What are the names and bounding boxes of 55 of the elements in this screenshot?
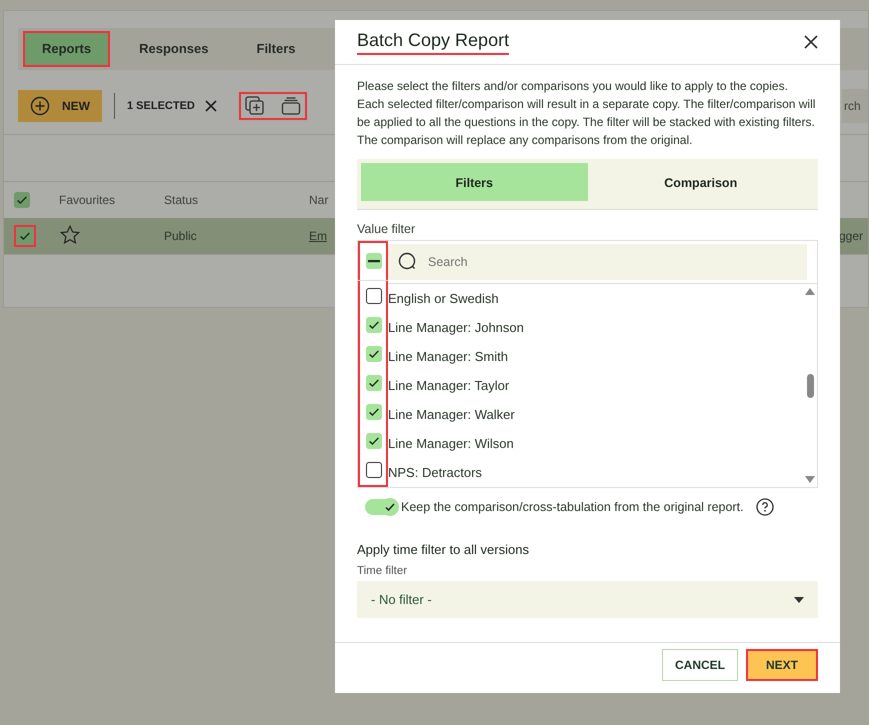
filter-option[interactable]: NPS: Detractors [388,458,803,487]
select-all-checkbox[interactable] [366,252,382,268]
table-cell: gger [838,229,863,243]
filter-option[interactable]: Line Manager: Smith [388,342,803,371]
report-link[interactable]: Em [309,229,329,243]
next-button[interactable]: NEXT [746,649,818,681]
caret-icon [794,596,804,602]
tab[interactable]: Responses [120,31,228,67]
filter-option[interactable]: English or Swedish [388,284,803,313]
description-text: Please select the filters and/or comparisons you would like to apply to the copies. Each selected filter/comparison will result in a separate copy. The filter/comparison will be applied to all the questions in the copy. The filter will be stacked with existing filters. The comparison will replace any comparisons from the original. [357,78,816,149]
field-label: Time filter [357,565,408,577]
filter-option[interactable]: Line Manager: Wilson [388,429,803,458]
tab[interactable]: Reports [23,31,110,67]
scroll-down-icon[interactable] [805,476,815,483]
scroll-up-icon[interactable] [805,288,815,295]
filter-option[interactable]: Line Manager: Walker [388,400,803,429]
checkbox[interactable] [366,346,382,362]
new-button[interactable]: NEW [18,90,102,122]
checkbox[interactable] [366,432,382,448]
filter-option[interactable]: Line Manager: Taylor [388,371,803,400]
checkbox[interactable] [366,374,382,390]
checkbox[interactable] [366,316,382,332]
close-icon[interactable] [204,100,217,112]
field-label: Value filter [357,222,416,236]
checkbox[interactable] [14,192,30,208]
help-icon[interactable] [756,498,774,516]
section-heading: Apply time filter to all versions [357,542,530,557]
filter-option[interactable]: Line Manager: Johnson [388,313,803,342]
close-button[interactable] [804,35,818,49]
check-icon [384,501,396,513]
search-field[interactable]: Search [388,244,807,280]
column-header: Status [163,193,200,207]
table-cell-text: Public [163,229,198,243]
dialog-title: Batch Copy Report [357,30,510,54]
tab[interactable]: Filters [238,31,315,67]
tab[interactable]: Comparison [588,163,814,201]
toggle-label: Keep the comparison/cross-tabulation from the original report. [401,500,744,514]
plus-circle-icon [30,96,50,116]
scroll-thumb[interactable] [806,374,814,398]
cancel-button[interactable]: CANCEL [662,649,738,681]
star-icon[interactable] [59,224,81,246]
column-header: Nar [309,193,329,207]
selection-count: 1 SELECTED [127,100,195,112]
column-header: Favourites [58,193,116,207]
checkbox[interactable] [366,462,382,478]
copy-add-icon[interactable] [244,96,265,116]
checkbox[interactable] [366,404,382,420]
search-field[interactable]: rch [842,89,868,123]
stack-icon[interactable] [280,97,301,115]
time-filter-dropdown[interactable]: - No filter - [357,581,818,618]
close-icon [804,35,818,49]
toggle-switch[interactable] [365,499,397,515]
minus-icon [368,258,380,262]
checkbox[interactable] [366,288,382,304]
tab[interactable]: Filters [361,163,588,201]
